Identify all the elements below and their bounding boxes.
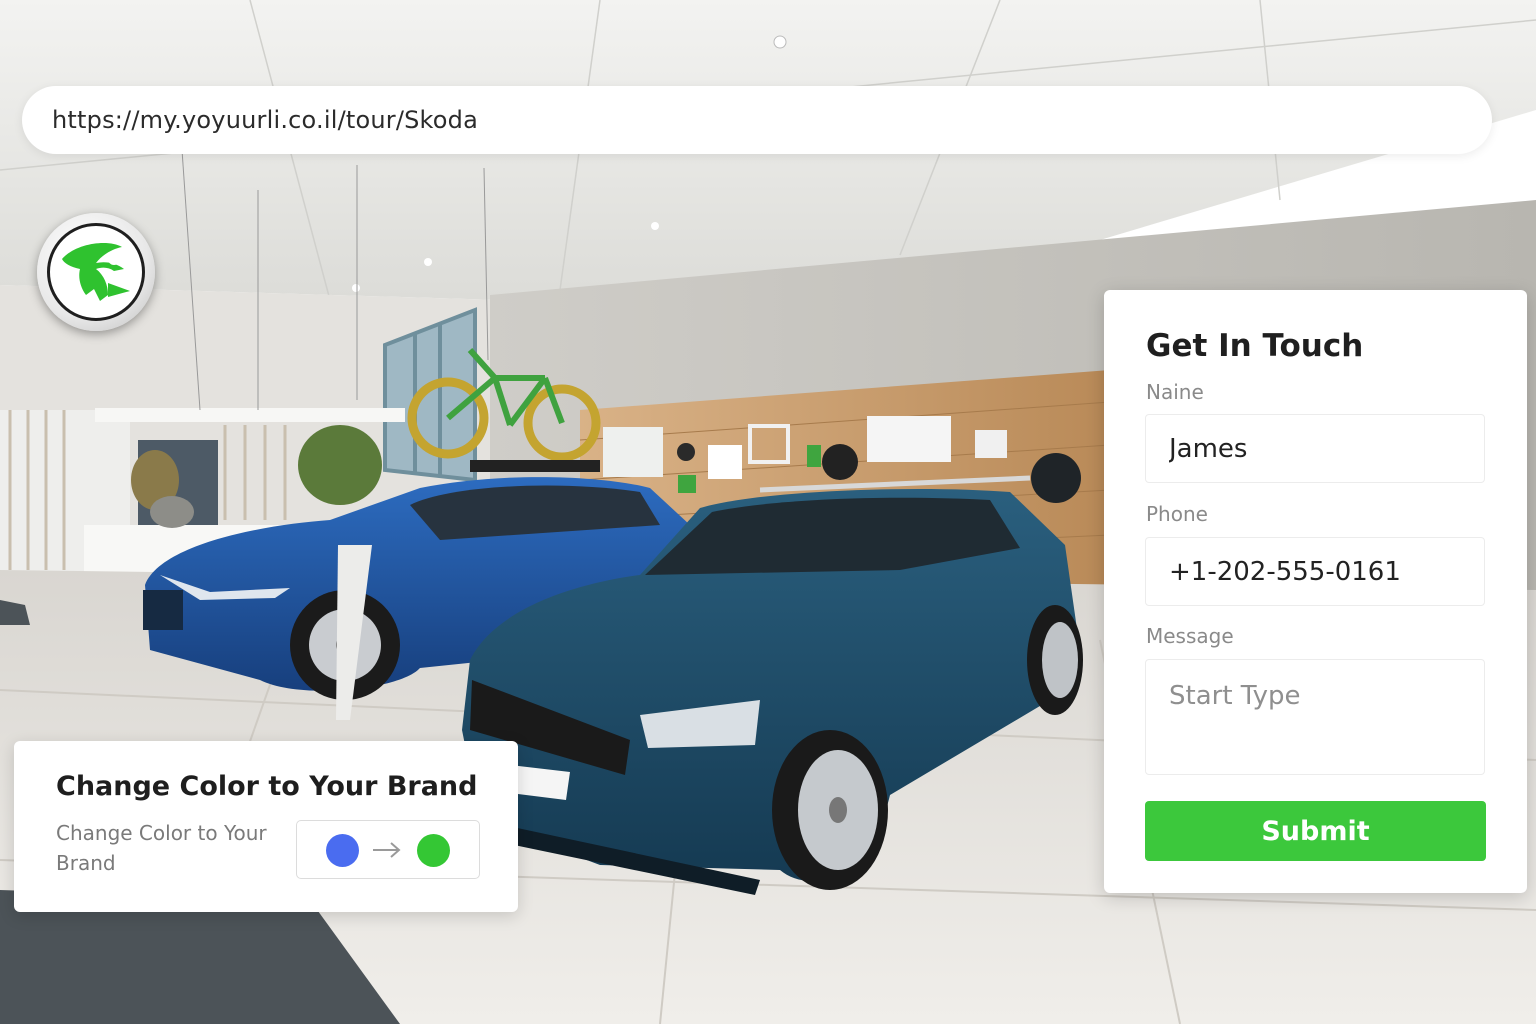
form-title: Get In Touch <box>1146 328 1364 364</box>
arrow-right-icon <box>373 842 401 858</box>
brand-color-swatch[interactable] <box>417 834 450 867</box>
submit-button[interactable]: Submit <box>1145 801 1486 861</box>
brand-card-description: Change Color to Your Brand <box>56 821 267 875</box>
brand-color-card: Change Color to Your Brand Change Color … <box>14 741 518 912</box>
name-field[interactable] <box>1145 414 1485 483</box>
contact-form: Get In Touch Naine Phone Message Submit <box>1104 290 1527 893</box>
phone-field[interactable] <box>1145 537 1485 606</box>
brand-logo <box>37 213 155 331</box>
url-text: https://my.yoyuurli.co.il/tour/Skoda <box>52 106 479 134</box>
message-field[interactable] <box>1145 659 1485 775</box>
phone-label: Phone <box>1146 502 1208 526</box>
original-color-swatch[interactable] <box>326 834 359 867</box>
name-label: Naine <box>1146 380 1204 404</box>
message-label: Message <box>1146 624 1234 648</box>
color-swap-preview[interactable] <box>296 820 480 879</box>
skoda-winged-arrow-icon <box>62 243 130 301</box>
address-bar[interactable]: https://my.yoyuurli.co.il/tour/Skoda <box>22 86 1492 154</box>
brand-card-title: Change Color to Your Brand <box>56 771 478 802</box>
